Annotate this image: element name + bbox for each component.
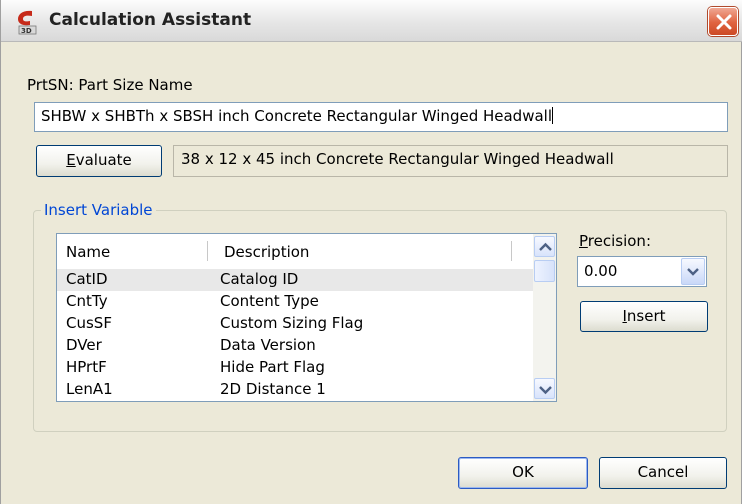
part-size-expression-input[interactable]: SHBW x SHBTh x SBSH inch Concrete Rectan… xyxy=(34,102,728,132)
variable-list[interactable]: Name Description CatID Catalog ID CntTy … xyxy=(56,233,557,402)
evaluation-result: 38 x 12 x 45 inch Concrete Rectangular W… xyxy=(173,145,728,177)
list-item[interactable]: CntTy Content Type xyxy=(57,291,533,313)
evaluate-label: valuate xyxy=(75,151,132,169)
column-header-name[interactable]: Name xyxy=(66,243,110,261)
insert-label: nsert xyxy=(626,307,666,325)
variable-name: DVer xyxy=(66,336,102,354)
precision-mnemonic: P xyxy=(579,232,588,250)
variable-description: Data Version xyxy=(220,336,316,354)
close-icon[interactable] xyxy=(708,7,738,36)
window-title: Calculation Assistant xyxy=(49,10,252,30)
column-divider[interactable] xyxy=(511,241,512,261)
scroll-thumb[interactable] xyxy=(534,260,555,282)
variable-name: CatID xyxy=(66,270,108,288)
precision-select[interactable]: 0.00 xyxy=(577,256,707,287)
list-item[interactable]: CusSF Custom Sizing Flag xyxy=(57,313,533,335)
variable-description: Content Type xyxy=(220,292,319,310)
column-header-description[interactable]: Description xyxy=(224,243,309,261)
vertical-scrollbar[interactable] xyxy=(533,234,556,401)
text-caret xyxy=(552,107,553,124)
list-item[interactable]: LenA1 2D Distance 1 xyxy=(57,379,533,401)
title-bar[interactable]: 3D Calculation Assistant xyxy=(1,0,742,42)
variable-description: 2D Distance 1 xyxy=(220,380,326,398)
precision-value: 0.00 xyxy=(584,262,618,280)
variable-description: Catalog ID xyxy=(220,270,299,288)
expression-text: SHBW x SHBTh x SBSH inch Concrete Rectan… xyxy=(41,107,552,125)
insert-variable-legend: Insert Variable xyxy=(41,201,156,219)
variable-description: Hide Part Flag xyxy=(220,358,325,376)
part-size-label: PrtSN: Part Size Name xyxy=(27,76,193,94)
evaluate-button[interactable]: Evaluate xyxy=(36,145,162,177)
evaluate-mnemonic: E xyxy=(66,151,76,169)
list-header: Name Description xyxy=(57,234,533,267)
precision-label-text: recision: xyxy=(587,232,651,250)
list-item[interactable]: CatID Catalog ID xyxy=(57,269,533,291)
ok-button[interactable]: OK xyxy=(458,457,588,489)
column-divider[interactable] xyxy=(207,241,208,261)
variable-description: Custom Sizing Flag xyxy=(220,314,364,332)
variable-name: CntTy xyxy=(66,292,108,310)
scroll-down-icon[interactable] xyxy=(534,378,555,399)
calculation-assistant-dialog: 3D Calculation Assistant PrtSN: Part Siz… xyxy=(0,0,742,504)
scroll-up-icon[interactable] xyxy=(534,236,555,257)
list-item[interactable]: HPrtF Hide Part Flag xyxy=(57,357,533,379)
variable-name: HPrtF xyxy=(66,358,107,376)
variable-name: LenA1 xyxy=(66,380,113,398)
svg-text:3D: 3D xyxy=(21,27,32,35)
chevron-down-icon[interactable] xyxy=(681,258,705,285)
list-item[interactable]: DVer Data Version xyxy=(57,335,533,357)
insert-button[interactable]: Insert xyxy=(580,301,708,332)
variable-name: CusSF xyxy=(66,314,112,332)
cancel-button[interactable]: Cancel xyxy=(599,457,727,489)
civil3d-app-icon: 3D xyxy=(15,9,39,35)
precision-label: Precision: xyxy=(579,232,651,250)
